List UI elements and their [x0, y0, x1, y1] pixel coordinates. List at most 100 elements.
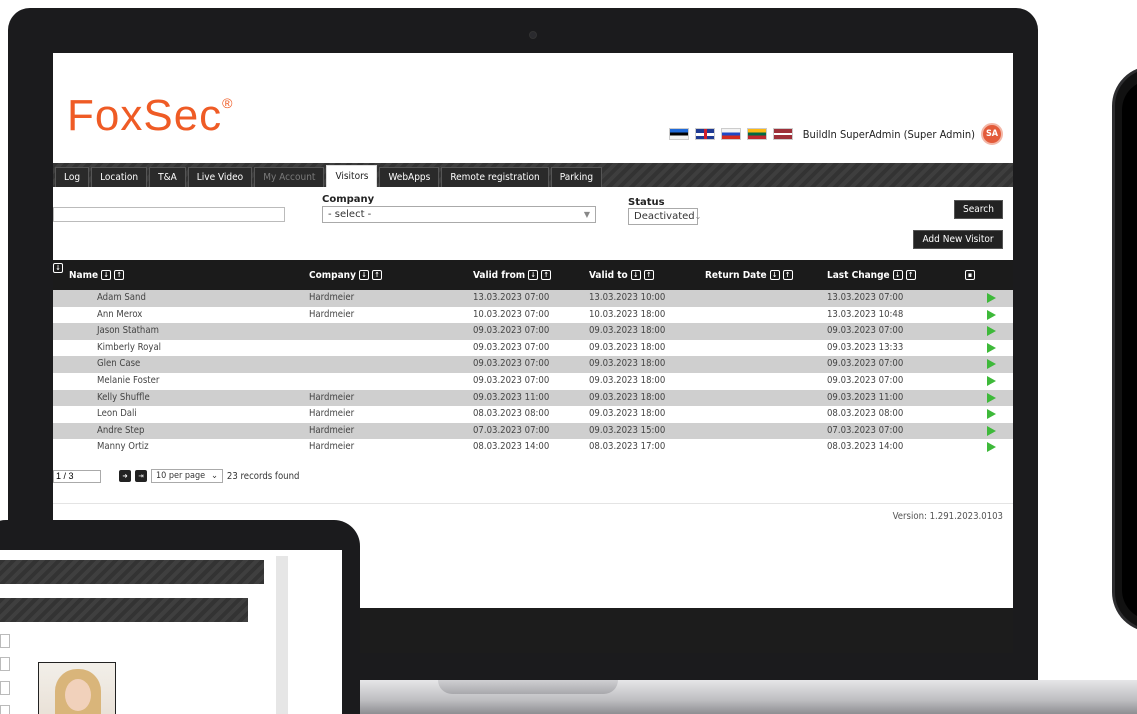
table-row[interactable]: Manny Ortiz Hardmeier 08.03.2023 14:00 08.0… [53, 439, 1013, 456]
table-row[interactable]: Kimberly Royal 09.03.2023 07:00 09.03.2023… [53, 339, 1013, 357]
export-icon[interactable]: ▪ [965, 270, 975, 280]
column-company[interactable]: Company [309, 270, 356, 281]
play-icon[interactable] [987, 375, 996, 386]
name-search-input[interactable] [53, 207, 285, 222]
header-user-area: BuildIn SuperAdmin (Super Admin) SA [668, 123, 1003, 145]
cell-name: Kimberly Royal [97, 341, 162, 353]
play-icon[interactable] [987, 326, 996, 337]
play-icon[interactable] [987, 293, 996, 303]
sort-down-icon[interactable]: ↓ [358, 270, 369, 280]
cell-valid-to: 08.03.2023 17:00 [589, 441, 666, 453]
table-row[interactable]: Adam Sand Hardmeier 13.03.2023 07:00 13.03.… [53, 290, 1013, 307]
cell-name: Melanie Foster [97, 374, 160, 386]
sort-up-icon[interactable]: ↑ [114, 270, 125, 280]
cell-company: Hardmeier [309, 408, 355, 420]
play-icon[interactable] [987, 442, 996, 453]
last-page-icon[interactable]: ⇥ [135, 470, 147, 482]
cell-last-change: 13.03.2023 07:00 [827, 292, 904, 303]
cell-name: Ann Merox [97, 308, 143, 320]
cell-valid-from: 09.03.2023 07:00 [473, 374, 550, 386]
column-name[interactable]: Name [69, 270, 98, 281]
sort-down-icon[interactable]: ↓ [892, 270, 903, 280]
tab-live-video[interactable]: Live Video [187, 167, 253, 187]
tablet-input[interactable] [0, 705, 10, 714]
per-page-select[interactable]: 10 per page ⌄ [151, 469, 223, 483]
cell-company: Hardmeier [309, 424, 355, 436]
tab-ta[interactable]: T&A [149, 167, 186, 187]
sort-down-icon[interactable]: ↓ [630, 270, 641, 280]
table-row[interactable]: Jason Statham 09.03.2023 07:00 09.03.2023 … [53, 323, 1013, 340]
column-return-date[interactable]: Return Date [705, 270, 767, 281]
phone-screen [1122, 80, 1137, 620]
play-icon[interactable] [987, 359, 996, 370]
lithuania-flag-icon[interactable] [746, 128, 767, 140]
play-icon[interactable] [987, 392, 996, 403]
tablet-input[interactable] [0, 657, 10, 671]
russia-flag-icon[interactable] [720, 128, 741, 140]
scrollbar[interactable] [276, 556, 288, 714]
column-last-change[interactable]: Last Change [827, 270, 890, 281]
tab-location[interactable]: Location [91, 167, 148, 187]
cell-valid-to: 13.03.2023 10:00 [589, 292, 666, 303]
play-icon[interactable] [987, 425, 996, 436]
chevron-down-icon: ⌄ [211, 471, 218, 481]
page-number-input[interactable] [53, 469, 101, 483]
sort-down-icon[interactable]: ↓ [101, 270, 112, 280]
table-row[interactable]: Glen Case 09.03.2023 07:00 09.03.2023 18:0… [53, 356, 1013, 373]
tablet-input[interactable] [0, 681, 10, 695]
visitor-photo [38, 662, 116, 714]
table-row[interactable]: Ann Merox Hardmeier 10.03.2023 07:00 10.03.… [53, 306, 1013, 324]
cell-company: Hardmeier [309, 292, 355, 303]
play-icon[interactable] [987, 309, 996, 320]
sort-up-icon[interactable]: ↑ [541, 270, 552, 280]
column-valid-to[interactable]: Valid to [589, 270, 628, 281]
cell-last-change: 09.03.2023 11:00 [827, 391, 904, 403]
status-select-value: Deactivated [634, 211, 695, 222]
estonia-flag-icon[interactable] [668, 128, 689, 140]
tablet-checkbox[interactable] [0, 634, 10, 648]
sort-up-icon[interactable]: ↑ [905, 270, 916, 280]
cell-last-change: 09.03.2023 07:00 [827, 358, 904, 370]
sort-down-icon[interactable]: ↓ [769, 270, 780, 280]
sort-down-icon[interactable]: ↓ [528, 270, 539, 280]
cell-valid-from: 08.03.2023 08:00 [473, 408, 550, 420]
cell-valid-to: 09.03.2023 18:00 [589, 408, 666, 420]
play-icon[interactable] [987, 409, 996, 420]
table-row[interactable]: Leon Dali Hardmeier 08.03.2023 08:00 09.03.… [53, 406, 1013, 423]
table-row[interactable]: Melanie Foster 09.03.2023 07:00 09.03.2023… [53, 372, 1013, 390]
avatar[interactable]: SA [981, 123, 1003, 145]
tab-parking[interactable]: Parking [550, 167, 603, 187]
sort-down-icon[interactable]: ↓ [53, 263, 63, 273]
cell-valid-to: 09.03.2023 18:00 [589, 341, 666, 353]
sort-up-icon[interactable]: ↑ [371, 270, 382, 280]
next-page-icon[interactable]: ➜ [119, 470, 131, 482]
search-button[interactable]: Search [954, 200, 1003, 219]
pagination: ➜ ⇥ 10 per page ⌄ 23 records found [53, 469, 299, 483]
add-new-visitor-button[interactable]: Add New Visitor [913, 230, 1003, 249]
company-select[interactable]: - select - ▼ [322, 206, 596, 223]
per-page-value: 10 per page [156, 471, 206, 481]
play-icon[interactable] [987, 342, 996, 353]
table-row[interactable]: Andre Step Hardmeier 07.03.2023 07:00 09.03… [53, 422, 1013, 440]
tab-log[interactable]: Log [55, 167, 90, 187]
status-select[interactable]: Deactivated ⌄ [628, 208, 701, 225]
current-user-label[interactable]: BuildIn SuperAdmin (Super Admin) [803, 128, 975, 141]
photo-face [65, 679, 91, 711]
registered-mark: ® [222, 95, 234, 111]
footer-divider [53, 503, 1013, 504]
cell-last-change: 08.03.2023 08:00 [827, 408, 904, 420]
tablet-header-bar [0, 560, 264, 584]
table-row[interactable]: Kelly Shuffle Hardmeier 09.03.2023 11:00 09… [53, 389, 1013, 407]
cell-valid-from: 09.03.2023 11:00 [473, 391, 550, 403]
cell-last-change: 07.03.2023 07:00 [827, 424, 904, 436]
cell-valid-to: 09.03.2023 15:00 [589, 424, 666, 436]
latvia-flag-icon[interactable] [772, 128, 793, 140]
tab-visitors[interactable]: Visitors [326, 165, 378, 187]
tab-webapps[interactable]: WebApps [379, 167, 440, 187]
sort-up-icon[interactable]: ↑ [782, 270, 793, 280]
column-valid-from[interactable]: Valid from [473, 270, 525, 281]
tab-remote-registration[interactable]: Remote registration [441, 167, 549, 187]
chevron-down-icon: ⌄ [694, 212, 702, 221]
uk-flag-icon[interactable] [694, 128, 715, 140]
sort-up-icon[interactable]: ↑ [643, 270, 654, 280]
